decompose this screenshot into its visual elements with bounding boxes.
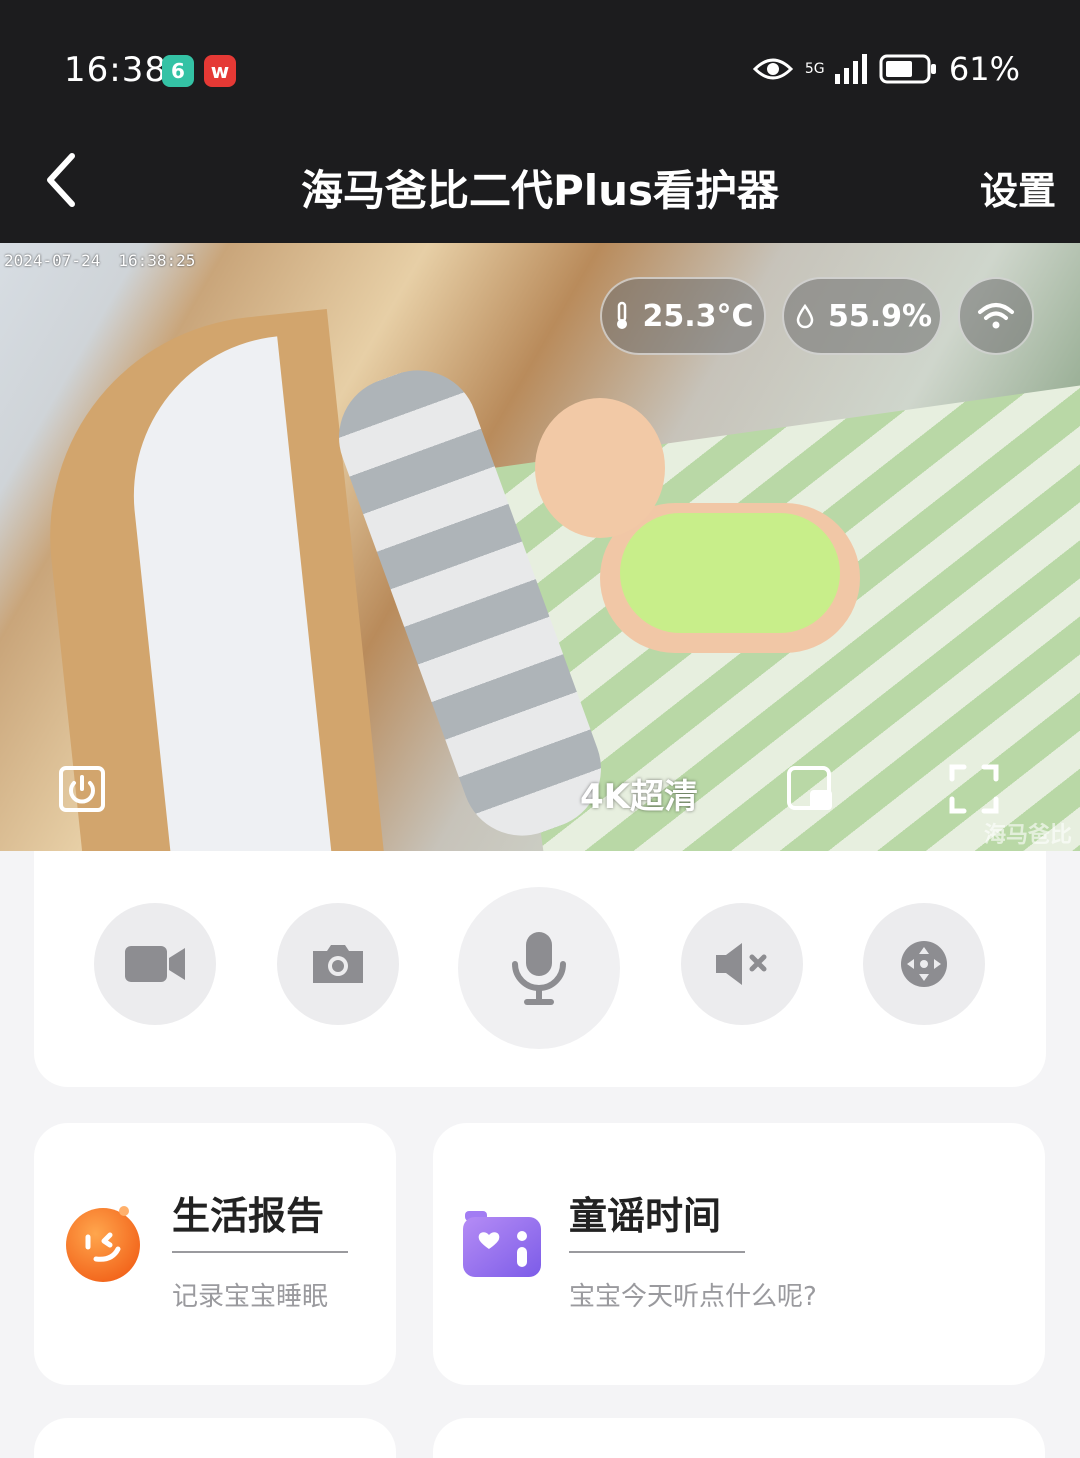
signal-icon [834,54,867,84]
timestamp-date: 2024-07-24 [4,251,101,270]
life-report-subtitle: 记录宝宝睡眠 [172,1282,329,1312]
picture-in-picture-icon[interactable] [784,763,836,815]
settings-button[interactable]: 设置 [980,160,1056,215]
video-quality-button[interactable]: 4K超清 [580,769,698,818]
wps-notification-icon: w [204,55,236,87]
record-video-button[interactable] [94,903,216,1025]
status-time: 16:38 [64,50,167,90]
video-record-icon [125,946,185,982]
mute-button[interactable] [681,903,803,1025]
app-notification-icon: 6 [162,55,194,87]
video-timestamp: 2024-07-24 16:38:25 [4,251,213,270]
nursery-rhymes-title: 童谣时间 [569,1194,722,1238]
music-player-icon [463,1211,541,1277]
divider [172,1251,348,1253]
talk-button[interactable] [458,887,620,1049]
snapshot-button[interactable] [277,903,399,1025]
temperature-value: 25.3°C [642,298,754,334]
page-title: 海马爸比二代Plus看护器 [300,166,780,215]
wifi-status-button[interactable] [958,277,1034,355]
camera-icon [313,945,363,983]
thermometer-icon [617,301,628,329]
next-card-peek [433,1418,1045,1458]
microphone-icon [512,932,566,1005]
network-label: 5G [804,61,825,77]
power-icon[interactable] [56,763,108,815]
eye-icon [752,58,793,80]
humidity-pill: 55.9% [782,277,942,355]
life-report-title: 生活报告 [172,1194,325,1238]
nursery-rhymes-subtitle: 宝宝今天听点什么呢? [569,1282,817,1312]
wifi-icon [978,303,1014,329]
nursery-rhymes-card[interactable]: 童谣时间 宝宝今天听点什么呢? [433,1123,1045,1385]
life-report-card[interactable]: 生活报告 记录宝宝睡眠 [34,1123,396,1385]
pan-tilt-button[interactable] [863,903,985,1025]
humidity-value: 55.9% [827,298,933,334]
control-panel [34,851,1046,1087]
top-bar: 16:38 6 w 5G 61% 海马爸比二代Plus看护器 设置 [0,0,1080,243]
pan-tilt-icon [901,941,947,987]
watermark: 海马爸比 [983,823,1072,848]
smiley-icon [66,1206,140,1282]
humidity-icon [796,303,814,329]
speaker-mute-icon [716,943,767,985]
status-indicators: 5G 61% [752,50,1020,88]
fullscreen-icon[interactable] [948,763,1000,815]
temperature-pill: 25.3°C [600,277,766,355]
next-card-peek [34,1418,396,1458]
battery-percent: 61% [948,50,1020,88]
battery-icon [879,54,936,84]
divider [569,1251,745,1253]
camera-live-view[interactable]: 2024-07-24 16:38:25 25.3°C 55.9% 4K超清 海马爸… [0,243,1080,851]
timestamp-time: 16:38:25 [118,251,196,270]
